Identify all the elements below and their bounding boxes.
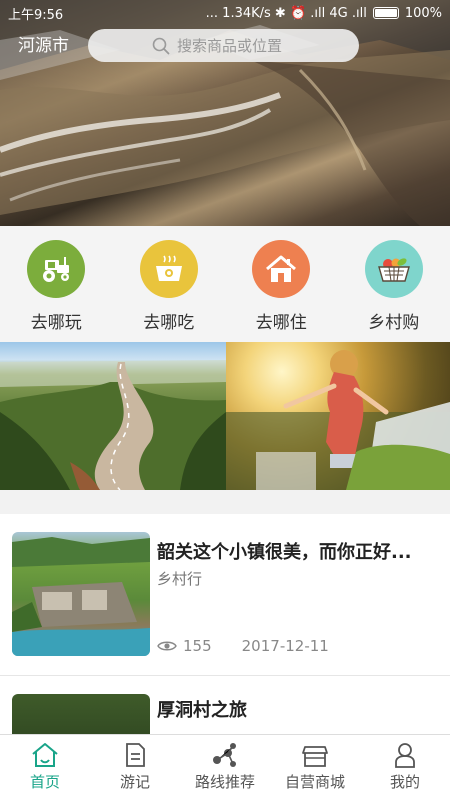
city-selector[interactable]: 河源市 — [18, 31, 69, 56]
tab-route[interactable]: 路线推荐 — [180, 735, 270, 800]
tab-home-label: 首页 — [29, 773, 60, 791]
tab-shop[interactable]: 自营商城 — [270, 735, 360, 800]
category-play[interactable]: 去哪玩 — [0, 226, 113, 342]
status-bar: 上午9:56 ... 1.34K/s ✱ ⏰ .ıll 4G .ıll 100% — [0, 0, 450, 26]
tab-notes[interactable]: 游记 — [90, 735, 180, 800]
house-icon — [252, 240, 311, 298]
eye-icon — [157, 641, 177, 651]
article-meta: 155 2017-12-11 — [157, 637, 329, 655]
tab-profile[interactable]: 我的 — [360, 735, 450, 800]
category-eat[interactable]: 去哪吃 — [113, 226, 226, 342]
article-title: 厚洞村之旅 — [157, 700, 247, 721]
promo-banners — [0, 342, 450, 490]
tab-shop-label: 自营商城 — [284, 773, 345, 791]
status-indicators: ... 1.34K/s ✱ ⏰ .ıll 4G .ıll — [205, 5, 367, 21]
category-nav: 去哪玩 去哪吃 去哪住 乡村购 — [0, 226, 450, 342]
category-play-label: 去哪玩 — [30, 313, 82, 333]
search-bar[interactable]: 搜索商品或位置 — [88, 29, 359, 62]
search-icon — [152, 37, 170, 55]
category-eat-label: 去哪吃 — [143, 313, 195, 333]
search-placeholder: 搜索商品或位置 — [177, 37, 283, 55]
article-card[interactable]: 厚洞村之旅 — [0, 676, 450, 754]
app-screen: 上午9:56 ... 1.34K/s ✱ ⏰ .ıll 4G .ıll 100%… — [0, 0, 450, 800]
tractor-icon — [27, 240, 86, 298]
route-icon — [213, 743, 236, 767]
user-icon — [395, 743, 415, 768]
status-time: 上午9:56 — [8, 7, 64, 23]
category-stay[interactable]: 去哪住 — [225, 226, 338, 342]
article-list: 韶关这个小镇很美，而你正好... 乡村行 155 2017-12-11 厚洞村之… — [0, 514, 450, 754]
cooking-pot-icon — [139, 240, 198, 298]
fruit-basket-icon — [364, 240, 423, 298]
battery-icon — [372, 7, 399, 19]
road-landscape-image — [0, 360, 226, 490]
view-count: 155 — [183, 637, 212, 655]
home-icon — [32, 743, 58, 767]
category-shop-label: 乡村购 — [368, 313, 420, 333]
hero-banner-image[interactable]: 上午9:56 ... 1.34K/s ✱ ⏰ .ıll 4G .ıll 100%… — [0, 0, 450, 226]
article-date: 2017-12-11 — [241, 637, 329, 655]
girl-sunlight-image — [226, 350, 450, 490]
article-category: 乡村行 — [157, 570, 203, 588]
article-thumbnail — [12, 532, 150, 656]
tab-route-label: 路线推荐 — [194, 773, 255, 791]
banner-road[interactable] — [0, 342, 226, 490]
battery-level: 100% — [404, 5, 442, 21]
banner-girl[interactable] — [226, 342, 450, 490]
tab-home[interactable]: 首页 — [0, 735, 90, 800]
article-card[interactable]: 韶关这个小镇很美，而你正好... 乡村行 155 2017-12-11 — [0, 514, 450, 676]
tab-notes-label: 游记 — [119, 773, 150, 791]
tab-profile-label: 我的 — [389, 773, 420, 791]
article-title: 韶关这个小镇很美，而你正好... — [157, 542, 412, 563]
category-shop[interactable]: 乡村购 — [338, 226, 450, 342]
notes-icon — [126, 743, 145, 767]
shop-icon — [302, 746, 328, 767]
bottom-tab-bar: 首页 游记 路线推荐 自营商城 我的 — [0, 734, 450, 800]
category-stay-label: 去哪住 — [255, 313, 307, 333]
